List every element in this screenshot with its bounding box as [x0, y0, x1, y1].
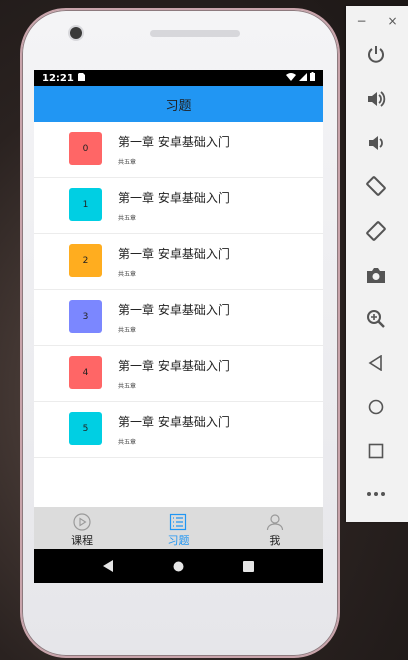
- back-icon[interactable]: [103, 557, 114, 576]
- chapter-subtitle: 共五章: [118, 215, 137, 222]
- chapter-title: 第一章 安卓基础入门: [118, 359, 230, 373]
- overview-icon[interactable]: [242, 557, 254, 576]
- chapter-badge: 1: [69, 188, 102, 221]
- chapter-subtitle: 共五章: [118, 383, 137, 390]
- emulator-control-panel: − ×: [346, 6, 408, 522]
- rotate-left-icon[interactable]: [364, 174, 388, 198]
- sd-card-icon: [77, 72, 85, 84]
- speaker-grille: [150, 30, 240, 37]
- list-icon: [170, 513, 187, 531]
- chapter-number: 2: [82, 255, 89, 266]
- chapter-title: 第一章 安卓基础入门: [118, 303, 230, 317]
- wifi-icon: [286, 72, 296, 84]
- home-icon[interactable]: [173, 557, 184, 576]
- device-screen: 12:21 习题 0 第一章 安卓基础入门 共五章 1 第一章 安卓基础入门 共…: [34, 70, 323, 583]
- chapter-badge: 0: [69, 132, 102, 165]
- list-item[interactable]: 5 第一章 安卓基础入门 共五章: [34, 402, 323, 458]
- tab-label: 我: [269, 534, 281, 547]
- chapter-number: 0: [82, 143, 89, 154]
- power-icon[interactable]: [364, 42, 388, 66]
- minimize-button[interactable]: −: [356, 14, 366, 28]
- list-item[interactable]: 0 第一章 安卓基础入门 共五章: [34, 122, 323, 178]
- chapter-title: 第一章 安卓基础入门: [118, 415, 230, 429]
- close-button[interactable]: ×: [387, 14, 397, 28]
- status-bar: 12:21: [34, 70, 323, 86]
- android-nav-bar: [34, 549, 323, 583]
- chapter-number: 4: [82, 367, 89, 378]
- chapter-badge: 4: [69, 356, 102, 389]
- chapter-badge: 2: [69, 244, 102, 277]
- front-camera: [70, 27, 82, 39]
- chapter-badge: 5: [69, 412, 102, 445]
- chapter-title: 第一章 安卓基础入门: [118, 247, 230, 261]
- camera-icon[interactable]: [364, 263, 388, 287]
- tab-me[interactable]: 我: [227, 507, 323, 549]
- chapter-subtitle: 共五章: [118, 439, 137, 446]
- back-icon[interactable]: [364, 351, 388, 375]
- chapter-subtitle: 共五章: [118, 327, 137, 334]
- more-icon[interactable]: [364, 482, 388, 506]
- chapter-subtitle: 共五章: [118, 271, 137, 278]
- home-icon[interactable]: [364, 395, 388, 419]
- chapter-list: 0 第一章 安卓基础入门 共五章 1 第一章 安卓基础入门 共五章 2 第一章 …: [34, 122, 323, 458]
- volume-down-icon[interactable]: [364, 131, 388, 155]
- list-item[interactable]: 1 第一章 安卓基础入门 共五章: [34, 178, 323, 234]
- signal-icon: [299, 72, 307, 84]
- play-circle-icon: [73, 513, 91, 531]
- app-title-bar: 习题: [34, 86, 323, 122]
- chapter-badge: 3: [69, 300, 102, 333]
- chapter-title: 第一章 安卓基础入门: [118, 191, 230, 205]
- tab-course[interactable]: 课程: [34, 507, 130, 549]
- tab-label: 习题: [167, 534, 190, 547]
- zoom-icon[interactable]: [364, 307, 388, 331]
- tab-exercises[interactable]: 习题: [130, 507, 226, 549]
- battery-icon: [310, 72, 315, 84]
- chapter-subtitle: 共五章: [118, 159, 137, 166]
- bottom-tab-bar: 课程 习题 我: [34, 507, 323, 549]
- overview-icon[interactable]: [364, 439, 388, 463]
- chapter-number: 5: [82, 423, 89, 434]
- chapter-title: 第一章 安卓基础入门: [118, 135, 230, 149]
- status-time: 12:21: [42, 72, 74, 84]
- chapter-number: 3: [82, 311, 89, 322]
- page-title: 习题: [165, 98, 192, 114]
- list-item[interactable]: 4 第一章 安卓基础入门 共五章: [34, 346, 323, 402]
- tab-label: 课程: [71, 534, 94, 547]
- chapter-number: 1: [82, 199, 89, 210]
- rotate-right-icon[interactable]: [364, 219, 388, 243]
- volume-up-icon[interactable]: [364, 87, 388, 111]
- list-item[interactable]: 3 第一章 安卓基础入门 共五章: [34, 290, 323, 346]
- person-icon: [266, 514, 283, 531]
- list-item[interactable]: 2 第一章 安卓基础入门 共五章: [34, 234, 323, 290]
